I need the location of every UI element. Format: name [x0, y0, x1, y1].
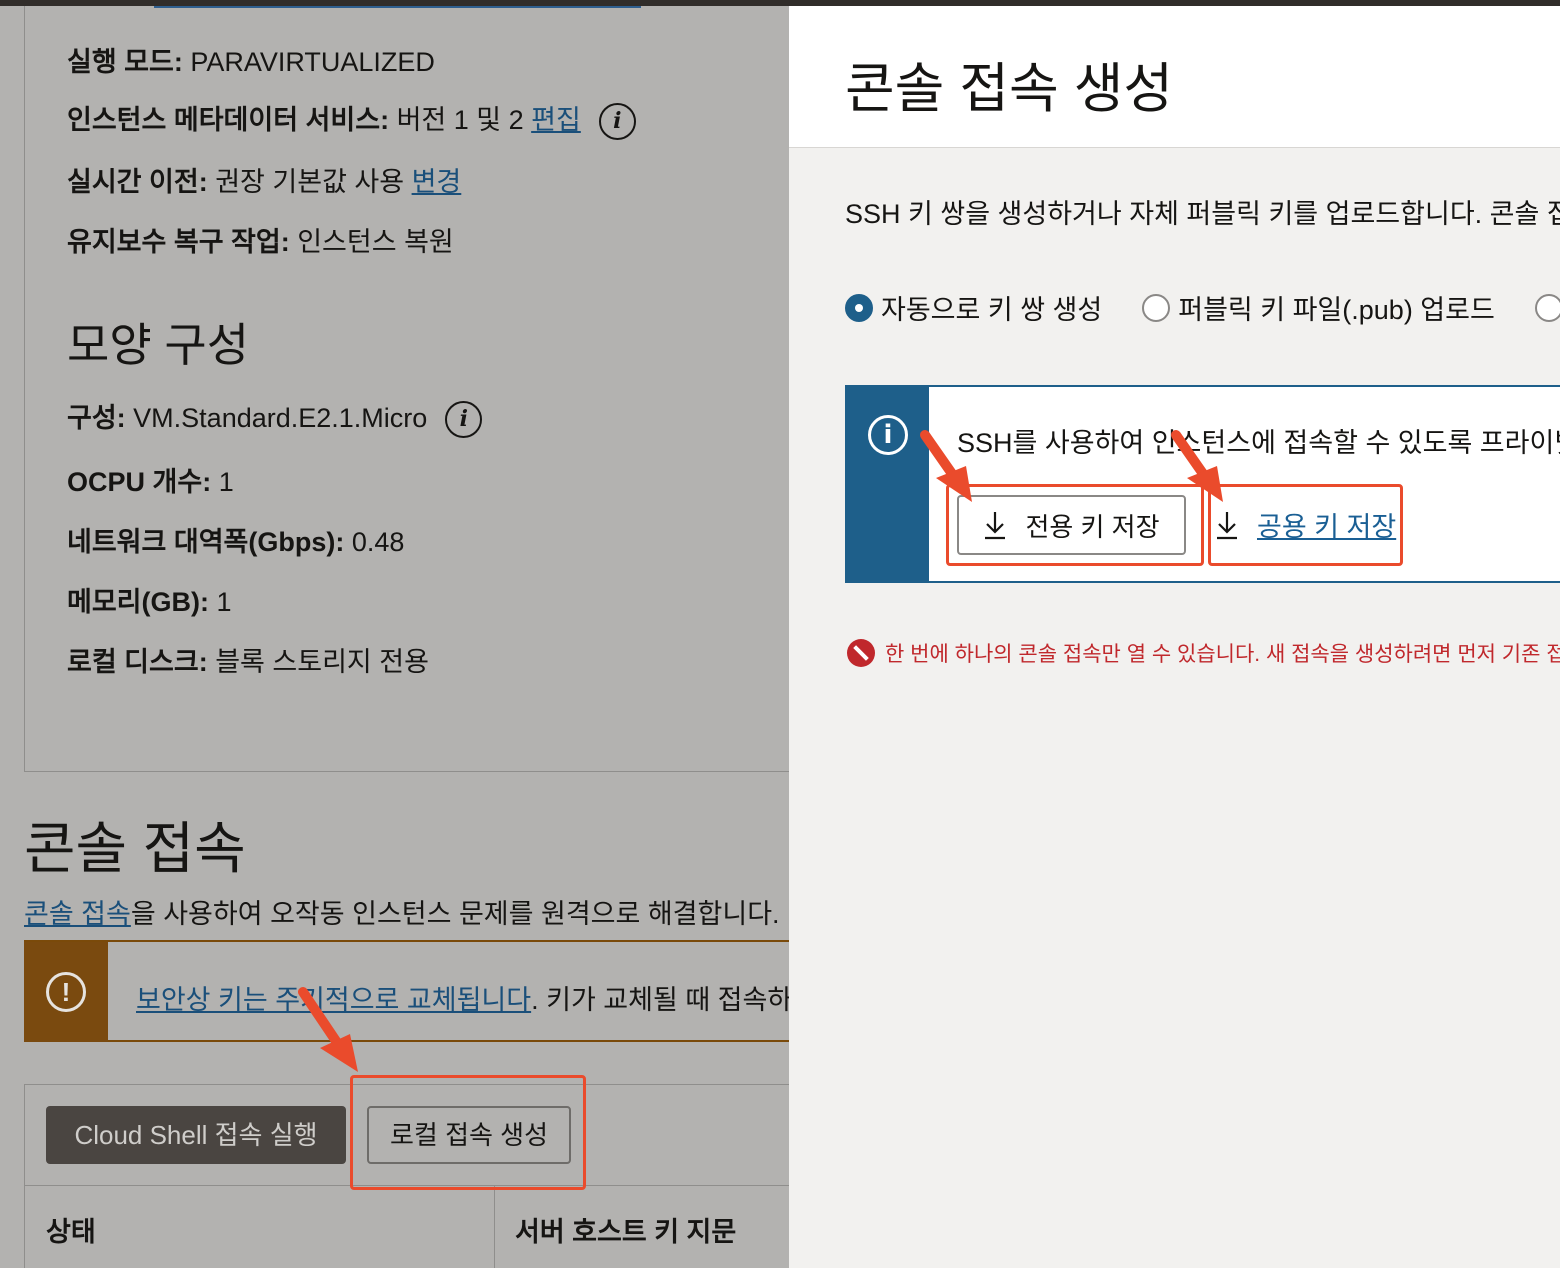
field-live-migration: 실시간 이전: 권장 기본값 사용 변경	[67, 167, 462, 197]
table-header: 상태 서버 호스트 키 지문	[25, 1185, 789, 1268]
key-rotation-link[interactable]: 보안상 키는 주기적으로 교체됩니다	[136, 985, 531, 1015]
field-shape: 구성: VM.Standard.E2.1.Micro i	[67, 396, 483, 439]
radio-upload-public-key[interactable]: 퍼블릭 키 파일(.pub) 업로드	[1142, 288, 1495, 327]
radio-generate-key-pair[interactable]: 자동으로 키 쌍 생성	[845, 288, 1102, 327]
info-icon[interactable]: i	[598, 103, 636, 141]
panel-description: SSH 키 쌍을 생성하거나 자체 퍼블릭 키를 업로드합니다. 콘솔 접	[845, 199, 1560, 229]
exclamation-icon: !	[46, 972, 86, 1012]
info-text: SSH를 사용하여 인스턴스에 접속할 수 있도록 프라이빗	[957, 428, 1560, 458]
panel-title: 콘솔 접속 생성	[845, 59, 1174, 119]
console-connection-link[interactable]: 콘솔 접속	[24, 899, 131, 929]
console-connection-heading: 콘솔 접속	[24, 817, 246, 880]
single-connection-error: 한 번에 하나의 콘솔 접속만 열 수 있습니다. 새 접속을 생성하려면 먼저…	[847, 638, 1560, 668]
radio-unselected-icon[interactable]	[1142, 293, 1171, 322]
radio-selected-icon[interactable]	[845, 293, 873, 322]
annotation-box-private-key	[946, 484, 1204, 566]
edit-link[interactable]: 편집	[531, 105, 581, 135]
field-local-disk: 로컬 디스크: 블록 스토리지 전용	[67, 647, 429, 677]
info-icon: i	[868, 415, 908, 455]
field-launch-mode: 실행 모드: PARAVIRTUALIZED	[67, 47, 435, 77]
field-memory: 메모리(GB): 1	[67, 587, 232, 617]
column-header-status[interactable]: 상태	[46, 1210, 96, 1249]
truncated-link-underline	[154, 6, 641, 8]
field-maintenance-recovery: 유지보수 복구 작업: 인스턴스 복원	[67, 227, 454, 257]
field-ocpu: OCPU 개수: 1	[67, 467, 234, 497]
panel-header: 콘솔 접속 생성	[789, 6, 1560, 148]
column-header-fingerprint[interactable]: 서버 호스트 키 지문	[515, 1210, 736, 1249]
radio-unselected-icon[interactable]	[1534, 293, 1560, 322]
change-link[interactable]: 변경	[412, 167, 462, 197]
launch-cloud-shell-button[interactable]: Cloud Shell 접속 실행	[46, 1106, 346, 1164]
key-rotation-warning: ! 보안상 키는 주기적으로 교체됩니다. 키가 교체될 때 접속하면	[24, 940, 789, 1042]
info-icon[interactable]: i	[445, 401, 483, 439]
console-description: 콘솔 접속을 사용하여 오작동 인스턴스 문제를 원격으로 해결합니다.	[24, 899, 780, 929]
annotation-box-public-key	[1208, 484, 1403, 566]
field-metadata-service: 인스턴스 메타데이터 서비스: 버전 1 및 2 편집 i	[67, 98, 636, 141]
radio-paste-public-key[interactable]: 퍼	[1534, 288, 1560, 327]
key-option-radio-group: 자동으로 키 쌍 생성 퍼블릭 키 파일(.pub) 업로드 퍼	[845, 288, 1560, 327]
create-console-connection-panel: 콘솔 접속 생성 SSH 키 쌍을 생성하거나 자체 퍼블릭 키를 업로드합니다…	[789, 6, 1560, 1268]
shape-config-heading: 모양 구성	[67, 319, 250, 371]
error-icon	[847, 639, 875, 667]
field-network-bandwidth: 네트워크 대역폭(Gbps): 0.48	[67, 527, 405, 557]
annotation-box-local-connection	[350, 1075, 586, 1190]
